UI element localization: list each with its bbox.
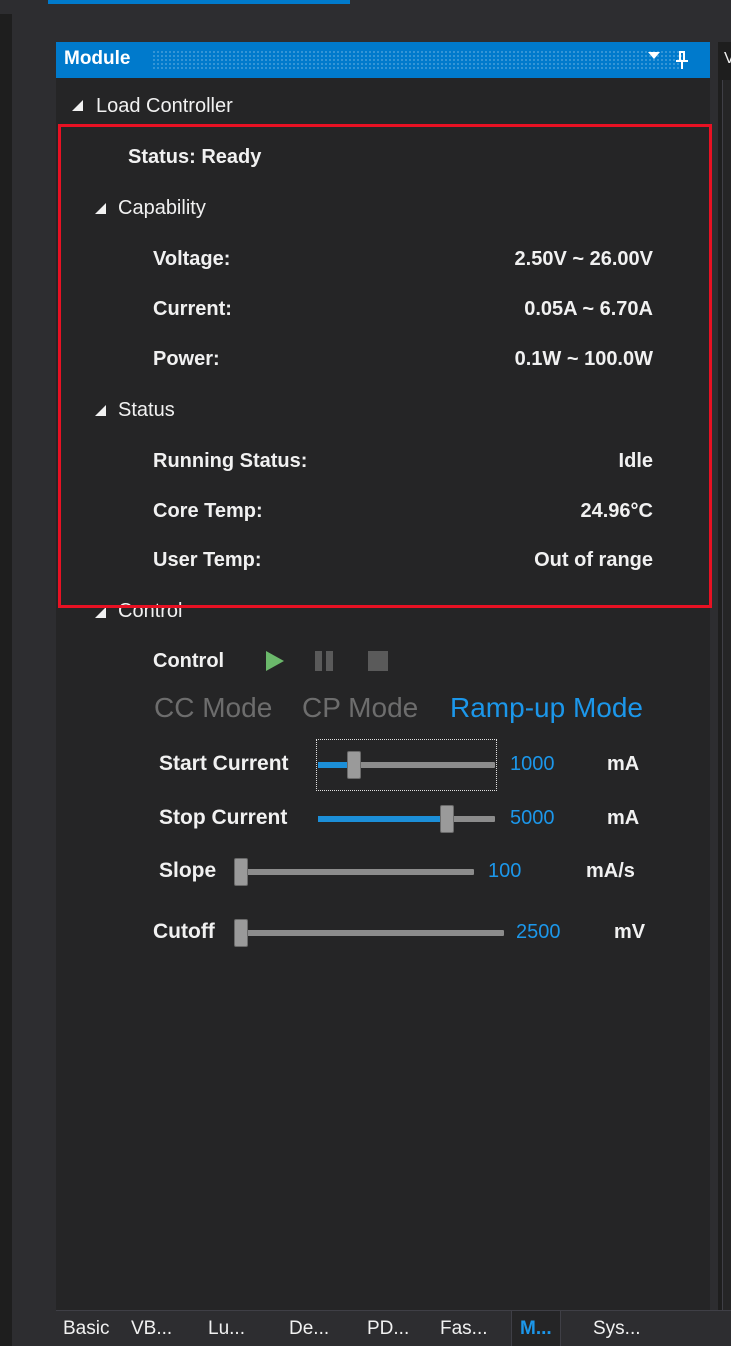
mode-ramp-up[interactable]: Ramp-up Mode	[450, 692, 643, 724]
active-document-indicator	[48, 0, 350, 4]
pause-button[interactable]	[313, 651, 335, 671]
slider-label: Start Current	[159, 752, 289, 775]
capability-value: 0.1W ~ 100.0W	[514, 348, 653, 370]
play-icon	[266, 651, 284, 671]
slider-value: 5000	[510, 807, 555, 829]
expand-icon[interactable]	[95, 405, 106, 416]
slider-label: Cutoff	[153, 920, 215, 943]
expand-icon[interactable]	[95, 607, 106, 618]
left-edge	[0, 0, 12, 1346]
slider-value: 1000	[510, 753, 555, 775]
status-label: Running Status:	[153, 450, 308, 472]
tab-fas[interactable]: Fas...	[440, 1311, 488, 1346]
bottom-tab-bar: Basic VB... Lu... De... PD... Fas... M..…	[56, 1310, 731, 1346]
tab-module[interactable]: M...	[511, 1311, 561, 1346]
capability-label: Voltage:	[153, 248, 231, 270]
tab-lu[interactable]: Lu...	[208, 1311, 245, 1346]
slider-unit: mA/s	[586, 860, 635, 882]
expand-icon[interactable]	[95, 203, 106, 214]
tab-sys[interactable]: Sys...	[593, 1311, 641, 1346]
slider-thumb[interactable]	[440, 805, 454, 833]
tab-vb[interactable]: VB...	[131, 1311, 172, 1346]
status-value: 24.96°C	[580, 500, 654, 522]
status-label: Core Temp:	[153, 500, 263, 522]
slider-value: 100	[488, 860, 522, 882]
panel-titlebar[interactable]: Module	[56, 42, 710, 78]
capability-label: Current:	[153, 298, 232, 320]
slider-unit: mA	[607, 753, 640, 775]
status-label: User Temp:	[153, 549, 262, 571]
slider-value: 2500	[516, 921, 561, 943]
tab-basic[interactable]: Basic	[63, 1311, 109, 1346]
stop-button[interactable]	[368, 651, 388, 671]
slider-track[interactable]	[234, 930, 504, 936]
capability-label: Power:	[153, 348, 220, 370]
slider-unit: mA	[607, 807, 640, 829]
status-value: Out of range	[534, 549, 653, 571]
slider-label: Slope	[159, 859, 217, 882]
status-value: Idle	[618, 450, 653, 472]
app-window: Module V Load Controller Status: Ready C…	[0, 0, 731, 1346]
capability-value: 2.50V ~ 26.00V	[514, 248, 653, 270]
slider-thumb[interactable]	[234, 858, 248, 886]
slider-thumb[interactable]	[347, 751, 361, 779]
tab-pd[interactable]: PD...	[367, 1311, 409, 1346]
adjacent-panel: V	[718, 42, 731, 1332]
slider-fill	[318, 762, 349, 768]
titlebar-grip	[152, 50, 682, 70]
adjacent-panel-title: V	[724, 50, 731, 67]
panel-title: Module	[64, 48, 131, 69]
play-button[interactable]	[266, 651, 284, 671]
slider-fill	[318, 816, 442, 822]
status-heading[interactable]: Status	[118, 399, 175, 422]
mode-cc[interactable]: CC Mode	[154, 692, 272, 724]
slider-track[interactable]	[234, 869, 474, 875]
slider-label: Stop Current	[159, 806, 288, 829]
tree-root-label[interactable]: Load Controller	[96, 95, 233, 118]
module-panel	[56, 42, 710, 1324]
control-label: Control	[153, 650, 225, 672]
dropdown-icon[interactable]	[648, 52, 660, 59]
capability-heading[interactable]: Capability	[118, 197, 206, 220]
pin-icon[interactable]	[676, 51, 688, 69]
mode-cp[interactable]: CP Mode	[302, 692, 418, 724]
expand-icon[interactable]	[72, 100, 83, 111]
slider-thumb[interactable]	[234, 919, 248, 947]
slider-unit: mV	[614, 921, 646, 943]
capability-value: 0.05A ~ 6.70A	[524, 298, 653, 320]
status-line: Status: Ready	[128, 146, 262, 168]
control-heading[interactable]: Control	[118, 600, 182, 623]
tab-de[interactable]: De...	[289, 1311, 329, 1346]
